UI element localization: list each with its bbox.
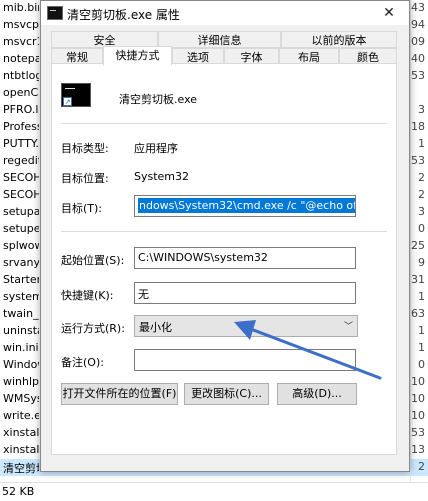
tab-previous-versions[interactable]: 以前的版本 (281, 31, 397, 48)
list-item-size: 2 (418, 460, 425, 473)
cmd-icon (47, 6, 63, 20)
list-item-name: system.i (3, 290, 39, 303)
list-item-size: 9 (418, 256, 425, 269)
target-label: 目标(T): (61, 202, 103, 215)
list-item-name: WMSys (3, 392, 39, 405)
list-item-name: setuper (3, 222, 39, 235)
target-location-value: System32 (134, 170, 190, 183)
list-item-name: Professi (3, 120, 39, 133)
run-select-value: 最小化 (139, 321, 172, 334)
list-item-name: PUTTY.R (3, 137, 39, 150)
list-item-name: 清空剪切 (3, 462, 39, 475)
open-location-button[interactable]: 打开文件所在的位置(F) (61, 383, 178, 405)
shortcut-name: 清空剪切板.exe (119, 93, 198, 106)
list-item-size: 43 (411, 1, 425, 14)
list-item-name: SECOH- (3, 188, 39, 201)
list-item-name: uninstal (3, 324, 39, 337)
list-item-size: 1 (418, 137, 425, 150)
list-item-size: 3 (418, 205, 425, 218)
list-item-size: 63 (411, 307, 425, 320)
list-item-size: 1 (418, 341, 425, 354)
target-type-label: 目标类型: (61, 142, 109, 155)
change-icon-button[interactable]: 更改图标(C)... (184, 383, 269, 405)
list-item-name: xinstalle (3, 426, 39, 439)
hotkey-input[interactable]: 无 (134, 282, 356, 304)
list-item-name: PFRO.lo (3, 103, 39, 116)
list-item-size: 10 (411, 409, 425, 422)
hotkey-label: 快捷键(K): (61, 289, 114, 302)
list-item-size: 0 (418, 358, 425, 371)
target-input-text: ndows\System32\cmd.exe /c "@echo off | c… (138, 198, 355, 213)
list-item-name: msvcp1 (3, 18, 39, 31)
advanced-button[interactable]: 高级(D)... (277, 383, 357, 405)
list-item-size: 1 (418, 290, 425, 303)
tab-details[interactable]: 详细信息 (158, 31, 281, 48)
list-item-name: ntbtlog. (3, 69, 39, 82)
status-bar: 52 KB (0, 482, 428, 501)
list-item-name: notepad (3, 52, 39, 65)
separator (61, 231, 387, 232)
list-divider (410, 0, 411, 482)
properties-dialog: 清空剪切板.exe 属性 ✕ 安全 详细信息 以前的版本 常规 选项 字体 布局… (40, 0, 410, 472)
list-item-size: 13 (411, 443, 425, 456)
title-bar[interactable]: 清空剪切板.exe 属性 ✕ (41, 1, 409, 25)
list-item-size: 31 (411, 273, 425, 286)
list-item-name: twain_32 (3, 307, 39, 320)
list-item-size: 10 (411, 375, 425, 388)
list-item-size: 3 (418, 103, 425, 116)
comment-input[interactable] (134, 349, 356, 371)
list-item-name: SECOH- (3, 171, 39, 184)
list-item-name: win.ini (3, 341, 39, 354)
dialog-title: 清空剪切板.exe 属性 (67, 8, 180, 22)
start-in-label: 起始位置(S): (61, 254, 125, 267)
chevron-down-icon: ﹀ (343, 322, 353, 332)
tab-shortcut[interactable]: 快捷方式 (103, 46, 172, 66)
shortcut-arrow-icon: ↗ (63, 97, 72, 106)
list-item-name: setupac (3, 205, 39, 218)
close-button[interactable]: ✕ (369, 1, 409, 25)
run-select[interactable]: 最小化 ﹀ (134, 315, 358, 337)
target-location-label: 目标位置: (61, 172, 109, 185)
list-item-size: 18 (411, 120, 425, 133)
list-item-size: 2 (418, 171, 425, 184)
list-item-name: Starter.x (3, 273, 39, 286)
start-in-input[interactable]: C:\WINDOWS\system32 (134, 247, 356, 269)
list-item-name: xinstalle (3, 443, 39, 456)
comment-label: 备注(O): (61, 356, 104, 369)
list-item-name: winhlp3 (3, 375, 39, 388)
list-item-size: 53 (411, 69, 425, 82)
list-item-size: 0 (418, 222, 425, 235)
status-size: 52 KB (2, 485, 35, 498)
list-item-size: 53 (411, 426, 425, 439)
separator (61, 123, 387, 124)
list-item-name: openCD (3, 86, 39, 99)
list-item-name: splwow (3, 239, 39, 252)
list-item-name: regedit. (3, 154, 39, 167)
list-item-name: write.ex (3, 409, 39, 422)
target-type-value: 应用程序 (134, 142, 178, 155)
list-item-name: Window (3, 358, 39, 371)
run-label: 运行方式(R): (61, 322, 125, 335)
list-item-size: 1 (418, 324, 425, 337)
target-input[interactable]: ndows\System32\cmd.exe /c "@echo off | c… (134, 195, 356, 217)
list-item-name: srvany.e (3, 256, 39, 269)
list-item-name: mib.bin (3, 1, 39, 14)
list-item-name: msvcr10 (3, 35, 39, 48)
list-item-size: 2 (418, 188, 425, 201)
